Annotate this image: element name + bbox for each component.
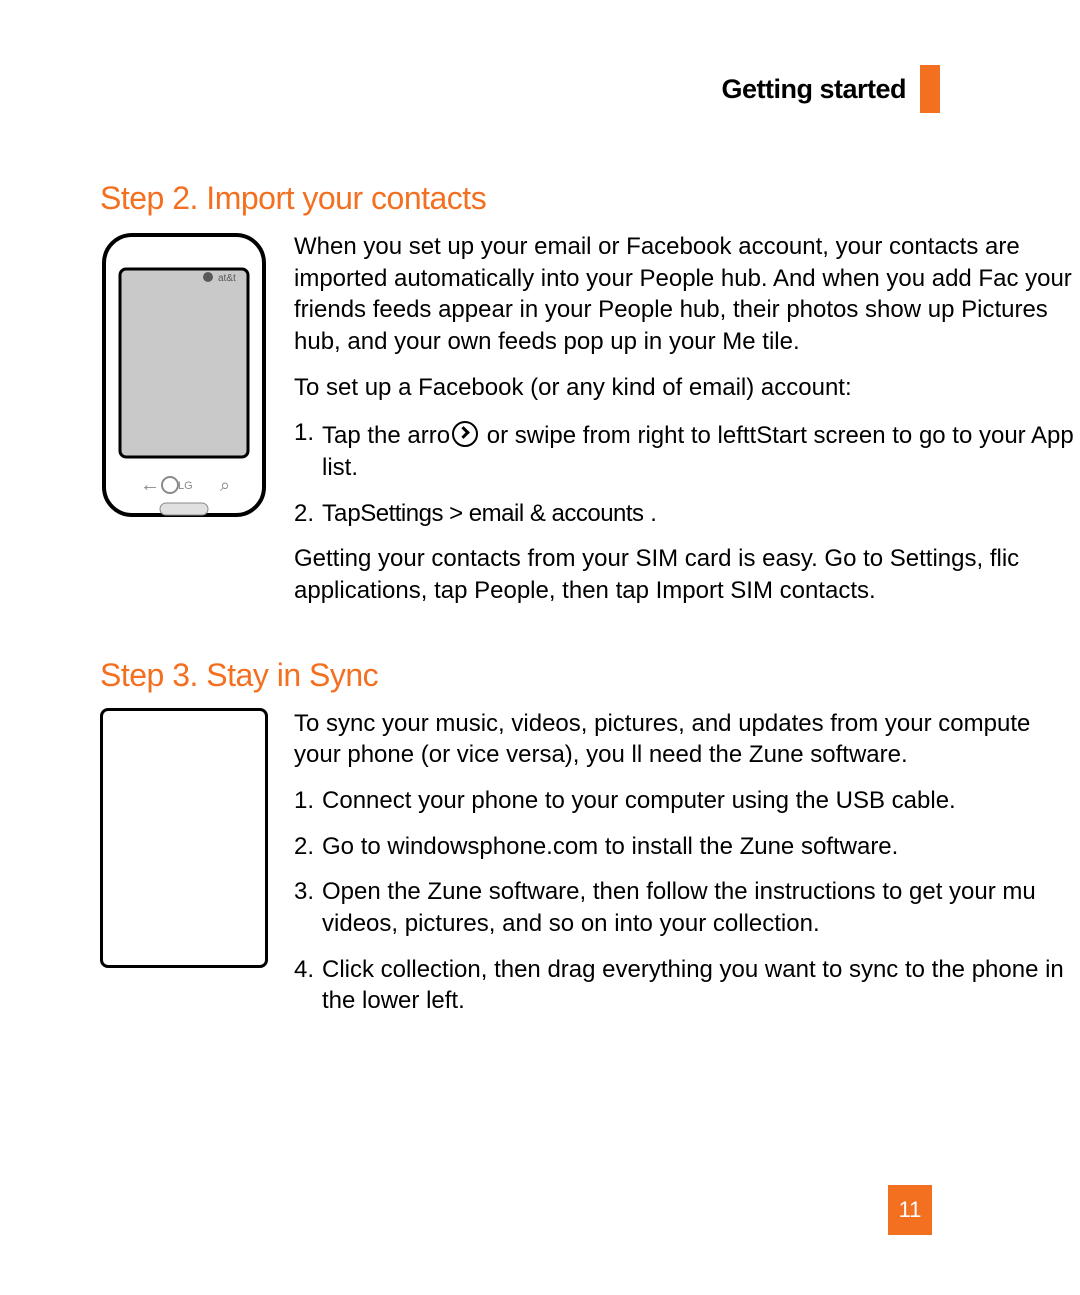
- step2-item-1: 1. Tap the arro or swipe from right to l…: [294, 417, 1080, 483]
- section-title: Getting started: [721, 74, 906, 105]
- list-text: Connect your phone to your computer usin…: [322, 785, 1080, 817]
- svg-text:at&t: at&t: [218, 273, 236, 284]
- text-frag: leftt: [718, 422, 757, 449]
- list-number: 1.: [294, 417, 314, 483]
- step3-item-2: 2. Go to windowsphone.com to install the…: [294, 831, 1080, 863]
- arrow-right-circle-icon: [452, 421, 478, 447]
- step-2-section: at&t ← LG ⌕ When you set up your email o…: [100, 231, 1080, 621]
- text-frag: p: [347, 500, 360, 527]
- zune-illustration: [100, 708, 270, 1031]
- step3-item-3: 3. Open the Zune software, then follow t…: [294, 876, 1080, 939]
- list-text: Tap the arro or swipe from right to left…: [322, 417, 1080, 483]
- step-2-heading: Step 2. Import your contacts: [100, 180, 1080, 217]
- text-frag: Tap the arro: [322, 422, 450, 449]
- step2-item-2: 2. TapSettings > email & accounts .: [294, 498, 1080, 530]
- step-3-section: To sync your music, videos, pictures, an…: [100, 708, 1080, 1031]
- content: Step 2. Import your contacts at&t ← LG ⌕: [100, 180, 1080, 1067]
- page-number-badge: 11: [888, 1185, 932, 1235]
- list-text: Click collection, then drag everything y…: [322, 954, 1080, 1017]
- svg-text:LG: LG: [178, 480, 193, 492]
- step-2-body: When you set up your email or Facebook a…: [294, 231, 1080, 621]
- list-number: 4.: [294, 954, 314, 1017]
- text-frag: or swipe from right to: [480, 422, 717, 449]
- svg-text:←: ←: [140, 474, 160, 496]
- list-number: 3.: [294, 876, 314, 939]
- list-number: 1.: [294, 785, 314, 817]
- step3-para1: To sync your music, videos, pictures, an…: [294, 708, 1080, 771]
- device-box-icon: [100, 708, 268, 968]
- text-frag: .: [644, 500, 657, 527]
- list-text: TapSettings > email & accounts .: [322, 498, 1080, 530]
- header: Getting started: [721, 65, 940, 113]
- svg-text:⌕: ⌕: [220, 475, 230, 495]
- manual-page: Getting started Step 2. Import your cont…: [0, 0, 1080, 1295]
- list-text: Go to windowsphone.com to install the Zu…: [322, 831, 1080, 863]
- orange-marker-icon: [920, 65, 940, 113]
- step-3-heading: Step 3. Stay in Sync: [100, 657, 1080, 694]
- list-number: 2.: [294, 831, 314, 863]
- settings-path: Settings > email & accounts: [360, 500, 643, 527]
- phone-illustration: at&t ← LG ⌕: [100, 231, 270, 621]
- step2-para1: When you set up your email or Facebook a…: [294, 231, 1080, 358]
- text-frag: Ta: [322, 500, 347, 527]
- step2-para3: Getting your contacts from your SIM card…: [294, 543, 1080, 606]
- list-text: Open the Zune software, then follow the …: [322, 876, 1080, 939]
- step2-para2: To set up a Facebook (or any kind of ema…: [294, 372, 1080, 404]
- step-3-body: To sync your music, videos, pictures, an…: [294, 708, 1080, 1031]
- phone-icon: at&t ← LG ⌕: [100, 231, 268, 531]
- step3-item-1: 1. Connect your phone to your computer u…: [294, 785, 1080, 817]
- step3-item-4: 4. Click collection, then drag everythin…: [294, 954, 1080, 1017]
- list-number: 2.: [294, 498, 314, 530]
